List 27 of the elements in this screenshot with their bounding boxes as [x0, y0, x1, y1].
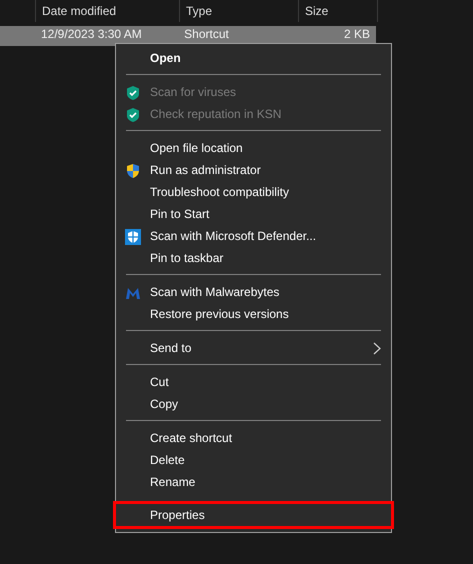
menu-item[interactable]: Run as administrator	[116, 159, 391, 181]
menu-item[interactable]: Open	[116, 47, 391, 69]
menu-item[interactable]: Pin to taskbar	[116, 247, 391, 269]
table-cell-text: 12/9/2023 3:30 AM	[40, 27, 143, 41]
column-header[interactable]: Size	[298, 0, 378, 22]
menu-item[interactable]: Delete	[116, 449, 391, 471]
menu-item[interactable]: Cut	[116, 371, 391, 393]
file-row[interactable]: 12/9/2023 3:30 AM Shortcut 2 KB	[0, 26, 376, 46]
shield-icon	[125, 163, 141, 179]
menu-item[interactable]: Rename	[116, 471, 391, 493]
shield-check-icon	[125, 85, 141, 101]
menu-item[interactable]: Scan with Malwarebytes	[116, 281, 391, 303]
menu-item[interactable]: Troubleshoot compatibility	[116, 181, 391, 203]
menu-item[interactable]: Restore previous versions	[116, 303, 391, 325]
menu-item[interactable]: Open file location	[116, 137, 391, 159]
menu-item[interactable]: Copy	[116, 393, 391, 415]
menu-item[interactable]: Send to	[116, 337, 391, 359]
column-header[interactable]: Date modified	[35, 0, 179, 22]
menu-item[interactable]: Properties	[113, 501, 394, 529]
shield-icon	[125, 229, 141, 245]
table-cell-text: 2 KB	[342, 27, 371, 41]
table-cell-text: Shortcut	[183, 27, 230, 41]
column-header[interactable]: Type	[179, 0, 298, 22]
shield-check-icon	[125, 107, 141, 123]
menu-item[interactable]: Pin to Start	[116, 203, 391, 225]
menu-item[interactable]: Create shortcut	[116, 427, 391, 449]
menu-item[interactable]: Scan with Microsoft Defender...	[116, 225, 391, 247]
